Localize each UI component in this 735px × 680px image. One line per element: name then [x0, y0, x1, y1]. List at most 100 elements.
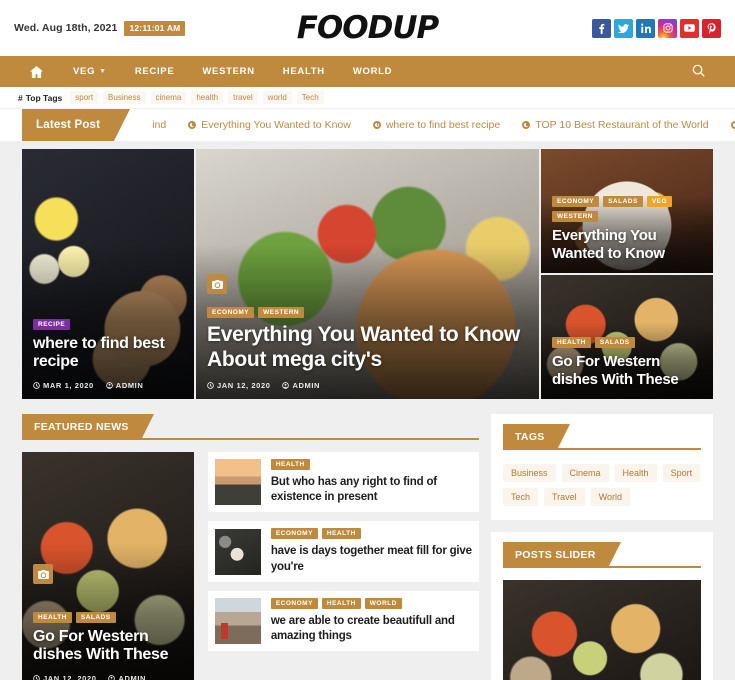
featured-big-title[interactable]: Go For Western dishes With These: [33, 628, 183, 665]
ticker-item[interactable]: where to find best recipe: [372, 119, 500, 131]
search-button[interactable]: [692, 64, 719, 80]
category-badge[interactable]: SALADS: [594, 337, 635, 349]
hero-right-top-title[interactable]: Everything You Wanted to Know: [552, 227, 702, 262]
category-badge[interactable]: WESTERN: [552, 211, 598, 223]
ticker-item[interactable]: Everything You Wanted to Know: [188, 119, 351, 131]
posts-slider-panel: POSTS SLIDER: [491, 532, 713, 680]
tag-chip[interactable]: Sport: [662, 464, 701, 482]
tag-chip[interactable]: Health: [614, 464, 657, 482]
nav-label: VEG: [73, 66, 96, 77]
nav-item-veg[interactable]: VEG ▼: [59, 66, 121, 77]
category-badge[interactable]: HEALTH: [321, 528, 361, 540]
tag-chip[interactable]: Cinema: [561, 464, 609, 482]
post-date-text: MAR 1, 2020: [43, 381, 94, 390]
post-date-text: JAN 12, 2020: [43, 674, 97, 680]
facebook-icon[interactable]: [592, 18, 611, 38]
ticker-item-partial[interactable]: ind: [152, 119, 166, 131]
top-tag-chip[interactable]: sport: [70, 91, 99, 104]
nav-home-button[interactable]: [16, 65, 59, 78]
featured-big-card[interactable]: HEALTH SALADS Go For Western dishes With…: [22, 452, 194, 680]
tags-panel-title: TAGS: [503, 424, 570, 450]
date-time-group: Wed. Aug 18th, 2021 12:11:01 AM: [14, 20, 186, 36]
list-item-thumbnail: [214, 597, 261, 644]
ticker-item[interactable]: Everything You Wanted to Know A: [730, 119, 735, 131]
nav-label: HEALTH: [282, 66, 325, 77]
ticker-item[interactable]: TOP 10 Best Restaurant of the World: [522, 119, 709, 131]
category-badge[interactable]: SALADS: [75, 611, 116, 623]
tag-chip[interactable]: Travel: [544, 488, 585, 506]
top-tag-chip[interactable]: travel: [228, 91, 258, 104]
list-item-title[interactable]: have is days together meat fill for give…: [271, 544, 472, 574]
featured-news-title: FEATURED NEWS: [22, 414, 154, 440]
list-item-title[interactable]: we are able to create beautifull and ama…: [271, 614, 472, 644]
top-tag-chip[interactable]: world: [262, 91, 292, 104]
category-badge[interactable]: WESTERN: [258, 307, 305, 319]
category-badges: ECONOMY WESTERN: [207, 307, 528, 319]
top-tags-label: Top Tags: [25, 92, 63, 103]
post-author: ADMIN: [108, 674, 146, 680]
ticker-item-label: Everything You Wanted to Know: [201, 119, 351, 131]
clock-icon: [33, 675, 40, 680]
home-icon: [30, 65, 43, 78]
tag-chip[interactable]: Tech: [503, 488, 539, 506]
hero-card-left[interactable]: RECIPE where to find best recipe MAR 1, …: [22, 149, 194, 399]
nav-item-recipe[interactable]: RECIPE: [121, 66, 189, 77]
user-icon: [282, 382, 290, 389]
clock-icon: [188, 121, 197, 129]
top-tag-chip[interactable]: cinema: [150, 91, 187, 104]
tag-chip[interactable]: Business: [503, 464, 556, 482]
category-badge[interactable]: WORLD: [364, 597, 402, 609]
hero-card-right-top[interactable]: ECONOMY SALADS VEG WESTERN Everything Yo…: [541, 149, 713, 273]
category-badge[interactable]: VEG: [646, 196, 673, 208]
nav-label: WORLD: [352, 66, 393, 77]
category-badges: HEALTH: [270, 459, 472, 470]
list-item-body: ECONOMY HEALTH WORLD we are able to crea…: [270, 597, 472, 644]
nav-label: RECIPE: [134, 66, 175, 77]
top-tag-chip[interactable]: Business: [103, 91, 146, 104]
list-item[interactable]: ECONOMY HEALTH have is days together mea…: [207, 521, 479, 582]
instagram-icon[interactable]: [658, 18, 677, 38]
list-item-body: ECONOMY HEALTH have is days together mea…: [270, 528, 472, 574]
hero-right-bottom-title[interactable]: Go For Western dishes With These: [552, 353, 702, 388]
top-tag-chip[interactable]: Tech: [296, 91, 324, 104]
category-badge[interactable]: ECONOMY: [270, 528, 318, 540]
category-badge[interactable]: HEALTH: [270, 459, 310, 470]
tag-chip[interactable]: World: [590, 488, 631, 506]
posts-slider-image[interactable]: [503, 580, 701, 680]
ticker-track: ind Everything You Wanted to Know where …: [114, 109, 735, 141]
pinterest-icon[interactable]: [702, 18, 721, 38]
post-author: ADMIN: [282, 381, 320, 390]
list-item[interactable]: HEALTH But who has any right to find of …: [207, 452, 479, 513]
search-icon: [692, 64, 705, 77]
hero-card-right-bottom[interactable]: HEALTH SALADS Go For Western dishes With…: [541, 275, 713, 399]
category-badge[interactable]: HEALTH: [321, 597, 361, 609]
post-meta: JAN 12, 2020 ADMIN: [207, 381, 528, 390]
nav-item-western[interactable]: WESTERN: [188, 66, 268, 77]
hero-center-title[interactable]: Everything You Wanted to Know About mega…: [207, 323, 528, 372]
category-badge[interactable]: ECONOMY: [270, 597, 318, 609]
category-badge[interactable]: ECONOMY: [207, 307, 255, 319]
list-item-title[interactable]: But who has any right to find of existen…: [271, 475, 472, 505]
user-icon: [108, 675, 116, 680]
category-badge[interactable]: HEALTH: [552, 337, 591, 349]
ticker-label: Latest Post: [22, 109, 131, 141]
hero-left-title[interactable]: where to find best recipe: [33, 335, 183, 372]
category-badge[interactable]: ECONOMY: [552, 196, 600, 208]
category-badge[interactable]: HEALTH: [33, 611, 72, 623]
nav-item-world[interactable]: WORLD: [339, 66, 406, 77]
camera-icon: [33, 564, 53, 584]
youtube-icon[interactable]: [680, 18, 699, 38]
linkedin-icon[interactable]: [636, 18, 655, 38]
tags-panel: TAGS Business Cinema Health Sport Tech T…: [491, 414, 713, 520]
category-badges: HEALTH SALADS: [552, 337, 702, 349]
hero-right-top-body: ECONOMY SALADS VEG WESTERN Everything Yo…: [552, 196, 702, 262]
list-item[interactable]: ECONOMY HEALTH WORLD we are able to crea…: [207, 590, 479, 652]
category-badge[interactable]: RECIPE: [33, 318, 71, 330]
hero-card-center[interactable]: ECONOMY WESTERN Everything You Wanted to…: [196, 149, 539, 399]
social-links: [592, 18, 721, 38]
nav-item-health[interactable]: HEALTH: [269, 66, 339, 77]
post-author-text: ADMIN: [115, 381, 144, 390]
category-badge[interactable]: SALADS: [603, 196, 643, 208]
top-tag-chip[interactable]: health: [191, 91, 224, 104]
twitter-icon[interactable]: [614, 18, 633, 38]
